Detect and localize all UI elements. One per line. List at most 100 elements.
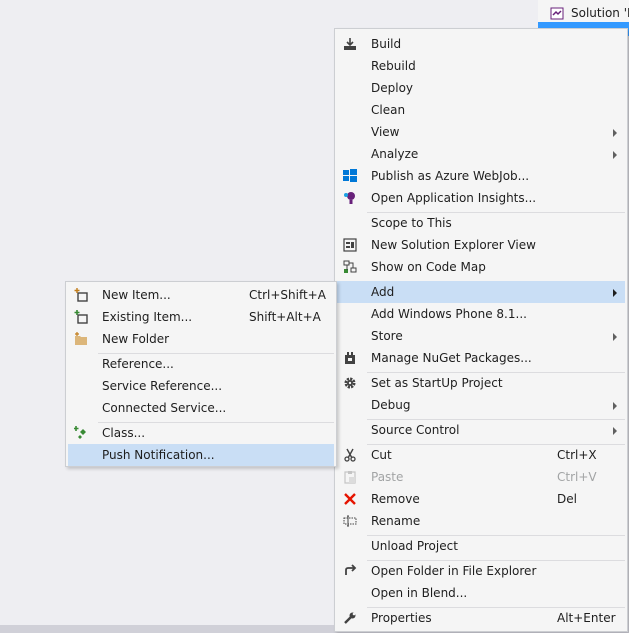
build-label: Build bbox=[371, 37, 402, 51]
menu-item-store[interactable]: Store bbox=[337, 325, 625, 347]
cut-shortcut: Ctrl+X bbox=[557, 448, 597, 462]
paste-shortcut: Ctrl+V bbox=[557, 470, 597, 484]
publish-azure-label: Publish as Azure WebJob... bbox=[371, 169, 530, 183]
build-icon bbox=[344, 38, 356, 50]
menu-item-source-control[interactable]: Source Control bbox=[337, 419, 625, 441]
menu-item-add[interactable]: Add bbox=[337, 281, 625, 303]
menu-item-properties[interactable]: Properties Alt+Enter bbox=[337, 607, 625, 629]
paste-label: Paste bbox=[371, 470, 404, 484]
submenu-item-new-item[interactable]: New Item... Ctrl+Shift+A bbox=[68, 284, 334, 306]
class-icon bbox=[74, 426, 86, 439]
menu-item-debug[interactable]: Debug bbox=[337, 394, 625, 416]
menu-item-new-solution-view[interactable]: New Solution Explorer View bbox=[337, 234, 625, 256]
submenu-arrow-icon bbox=[613, 333, 617, 341]
submenu-item-push-notification[interactable]: Push Notification... bbox=[68, 444, 334, 466]
unload-label: Unload Project bbox=[371, 539, 458, 553]
new-item-label: New Item... bbox=[102, 288, 171, 302]
submenu-item-new-folder[interactable]: New Folder bbox=[68, 328, 334, 350]
app-insights-label: Open Application Insights... bbox=[371, 191, 537, 205]
remove-label: Remove bbox=[371, 492, 420, 506]
open-folder-label: Open Folder in File Explorer bbox=[371, 564, 537, 578]
new-folder-icon bbox=[75, 332, 87, 345]
menu-item-remove[interactable]: Remove Del bbox=[337, 488, 625, 510]
menu-item-open-folder[interactable]: Open Folder in File Explorer bbox=[337, 560, 625, 582]
app-insights-icon bbox=[344, 192, 355, 204]
source-control-label: Source Control bbox=[371, 423, 460, 437]
menu-item-set-startup[interactable]: Set as StartUp Project bbox=[337, 372, 625, 394]
submenu-arrow-icon bbox=[613, 129, 617, 137]
submenu-item-service-reference[interactable]: Service Reference... bbox=[68, 375, 334, 397]
properties-label: Properties bbox=[371, 611, 432, 625]
menu-item-analyze[interactable]: Analyze bbox=[337, 143, 625, 165]
new-item-shortcut: Ctrl+Shift+A bbox=[249, 288, 326, 302]
clipboard-icon bbox=[344, 471, 356, 484]
submenu-item-class[interactable]: Class... bbox=[68, 422, 334, 444]
rename-icon bbox=[343, 515, 357, 527]
menu-item-paste[interactable]: Paste Ctrl+V bbox=[337, 466, 625, 488]
scissors-icon bbox=[344, 448, 356, 462]
menu-item-rename[interactable]: Rename bbox=[337, 510, 625, 532]
solution-explorer-view-icon bbox=[343, 238, 357, 252]
project-context-menu: Build Rebuild Deploy Clean View Analyze … bbox=[334, 28, 628, 632]
existing-item-shortcut: Shift+Alt+A bbox=[249, 310, 321, 324]
add-wp-label: Add Windows Phone 8.1... bbox=[371, 307, 527, 321]
menu-item-publish-azure[interactable]: Publish as Azure WebJob... bbox=[337, 165, 625, 187]
menu-item-code-map[interactable]: Show on Code Map bbox=[337, 256, 625, 278]
menu-item-scope-to-this[interactable]: Scope to This bbox=[337, 212, 625, 234]
submenu-item-reference[interactable]: Reference... bbox=[68, 353, 334, 375]
store-label: Store bbox=[371, 329, 403, 343]
submenu-item-existing-item[interactable]: Existing Item... Shift+Alt+A bbox=[68, 306, 334, 328]
debug-label: Debug bbox=[371, 398, 411, 412]
menu-item-nuget[interactable]: Manage NuGet Packages... bbox=[337, 347, 625, 369]
scope-to-this-label: Scope to This bbox=[371, 216, 452, 230]
menu-item-build[interactable]: Build bbox=[337, 33, 625, 55]
submenu-arrow-icon bbox=[613, 402, 617, 410]
gear-icon bbox=[344, 377, 356, 389]
nuget-package-icon bbox=[345, 352, 355, 364]
menu-item-open-blend[interactable]: Open in Blend... bbox=[337, 582, 625, 604]
connected-service-label: Connected Service... bbox=[102, 401, 227, 415]
reference-label: Reference... bbox=[102, 357, 174, 371]
add-submenu: New Item... Ctrl+Shift+A Existing Item..… bbox=[65, 281, 337, 467]
menu-item-cut[interactable]: Cut Ctrl+X bbox=[337, 444, 625, 466]
submenu-item-connected-service[interactable]: Connected Service... bbox=[68, 397, 334, 419]
wrench-icon bbox=[344, 612, 356, 624]
remove-x-icon bbox=[344, 493, 356, 505]
startup-label: Set as StartUp Project bbox=[371, 376, 503, 390]
new-solution-view-label: New Solution Explorer View bbox=[371, 238, 536, 252]
code-map-icon bbox=[343, 260, 357, 273]
cut-label: Cut bbox=[371, 448, 392, 462]
submenu-arrow-icon bbox=[613, 427, 617, 435]
open-folder-arrow-icon bbox=[345, 564, 357, 575]
code-map-label: Show on Code Map bbox=[371, 260, 486, 274]
open-blend-label: Open in Blend... bbox=[371, 586, 468, 600]
menu-item-view[interactable]: View bbox=[337, 121, 625, 143]
nuget-label: Manage NuGet Packages... bbox=[371, 351, 532, 365]
new-item-icon bbox=[74, 288, 88, 302]
menu-item-unload-project[interactable]: Unload Project bbox=[337, 535, 625, 557]
solution-title[interactable]: Solution 'M bbox=[571, 6, 629, 20]
existing-item-icon bbox=[74, 310, 88, 324]
view-label: View bbox=[371, 125, 400, 139]
existing-item-label: Existing Item... bbox=[102, 310, 193, 324]
deploy-label: Deploy bbox=[371, 81, 414, 95]
remove-shortcut: Del bbox=[557, 492, 577, 506]
menu-item-app-insights[interactable]: Open Application Insights... bbox=[337, 187, 625, 209]
new-folder-label: New Folder bbox=[102, 332, 170, 346]
add-label: Add bbox=[371, 285, 395, 299]
menu-item-deploy[interactable]: Deploy bbox=[337, 77, 625, 99]
service-reference-label: Service Reference... bbox=[102, 379, 223, 393]
menu-item-rebuild[interactable]: Rebuild bbox=[337, 55, 625, 77]
push-notification-label: Push Notification... bbox=[102, 448, 215, 462]
windows-azure-icon bbox=[343, 169, 357, 182]
submenu-arrow-icon bbox=[613, 289, 617, 297]
rename-label: Rename bbox=[371, 514, 421, 528]
analyze-label: Analyze bbox=[371, 147, 419, 161]
clean-label: Clean bbox=[371, 103, 406, 117]
class-label: Class... bbox=[102, 426, 146, 440]
menu-item-clean[interactable]: Clean bbox=[337, 99, 625, 121]
menu-item-add-windows-phone[interactable]: Add Windows Phone 8.1... bbox=[337, 303, 625, 325]
solution-icon bbox=[550, 7, 564, 20]
properties-shortcut: Alt+Enter bbox=[557, 611, 616, 625]
rebuild-label: Rebuild bbox=[371, 59, 416, 73]
